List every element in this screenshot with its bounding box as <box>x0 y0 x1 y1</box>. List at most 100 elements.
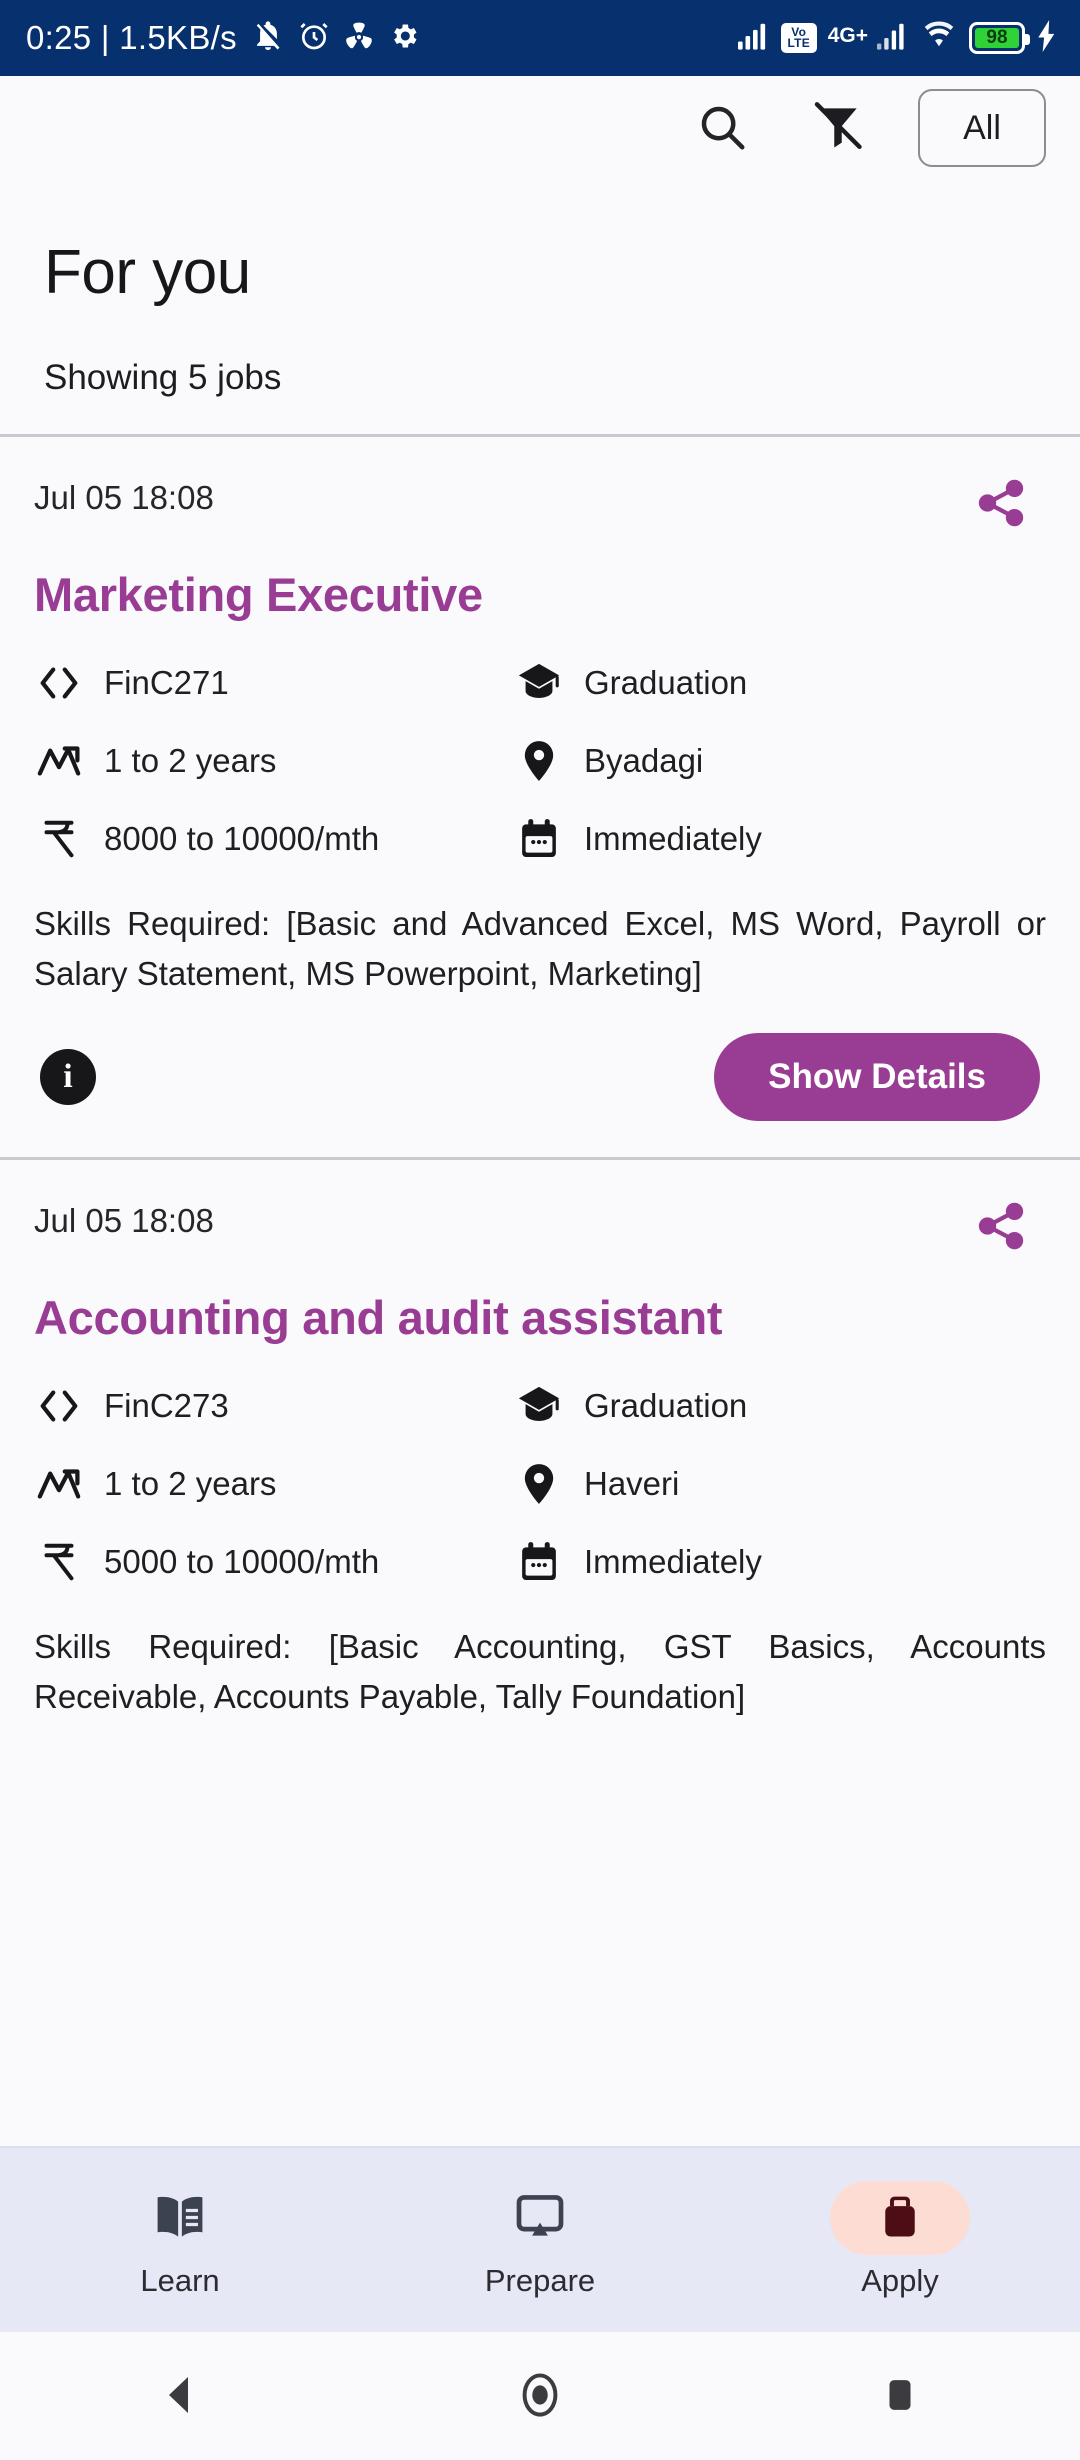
system-navigation-bar <box>0 2332 1080 2460</box>
status-left-icon-group <box>251 19 420 58</box>
filter-off-button[interactable] <box>802 92 874 164</box>
share-button[interactable] <box>966 469 1036 539</box>
phone-screen: 0:25 | 1.5KB/s Vo LTE 4G+ 98 All For you… <box>0 0 1080 2460</box>
job-card[interactable]: Jul 05 18:08 Marketing Executive FinC271 <box>0 437 1080 1157</box>
job-code-text: FinC271 <box>104 663 229 701</box>
recents-square-icon <box>879 2374 921 2419</box>
job-card[interactable]: Jul 05 18:08 Accounting and audit assist… <box>0 1160 1080 1722</box>
bottom-navigation: Learn Prepare Apply <box>0 2146 1080 2332</box>
job-location-text: Haveri <box>584 1464 680 1502</box>
page-title: For you <box>44 238 251 307</box>
alarm-icon <box>298 20 330 57</box>
status-bar-left: 0:25 | 1.5KB/s <box>26 19 420 58</box>
job-card-header: Jul 05 18:08 <box>34 1198 1046 1262</box>
signal-bars-icon <box>736 21 770 56</box>
job-joining-text: Immediately <box>584 1542 762 1580</box>
show-details-button[interactable]: Show Details <box>714 1033 1040 1121</box>
job-salary-text: 5000 to 10000/mth <box>104 1542 380 1580</box>
share-button[interactable] <box>966 1192 1036 1262</box>
job-skills-text: Skills Required: [Basic and Advanced Exc… <box>34 904 1046 992</box>
wifi-icon <box>920 20 958 56</box>
charging-bolt-icon <box>1036 19 1058 57</box>
graduation-cap-icon <box>514 658 564 708</box>
job-salary-item: 5000 to 10000/mth <box>34 1530 514 1594</box>
job-experience-item: 1 to 2 years <box>34 1452 514 1516</box>
gear-icon <box>388 20 420 57</box>
nav-label-learn: Learn <box>140 2263 220 2298</box>
job-joining-text: Immediately <box>584 819 762 857</box>
code-brackets-icon <box>34 658 84 708</box>
home-circle-icon <box>515 2370 565 2423</box>
calendar-icon <box>514 814 564 864</box>
job-card-actions: i Show Details <box>34 1033 1046 1157</box>
book-icon <box>152 2189 208 2248</box>
job-meta-grid: FinC273 Graduation 1 to 2 years Haveri 5… <box>34 1374 1046 1594</box>
job-education-text: Graduation <box>584 1386 748 1424</box>
calendar-icon <box>514 1537 564 1587</box>
rupee-icon <box>34 1537 84 1587</box>
job-list[interactable]: Jul 05 18:08 Marketing Executive FinC271 <box>0 437 1080 2146</box>
job-posted-date: Jul 05 18:08 <box>34 479 214 516</box>
share-icon <box>974 476 1028 533</box>
volte-badge-icon: Vo LTE <box>780 23 817 53</box>
all-filter-chip[interactable]: All <box>918 89 1046 167</box>
job-code-item: FinC273 <box>34 1374 514 1438</box>
nav-label-prepare: Prepare <box>484 2263 596 2298</box>
location-pin-icon <box>514 736 564 786</box>
job-location-item: Haveri <box>514 1452 1046 1516</box>
system-recents-button[interactable] <box>825 2346 975 2446</box>
rupee-icon <box>34 814 84 864</box>
nav-pill-learn <box>110 2181 250 2255</box>
job-title[interactable]: Accounting and audit assistant <box>34 1292 1046 1344</box>
graduation-cap-icon <box>514 1381 564 1431</box>
job-code-item: FinC271 <box>34 651 514 715</box>
job-experience-text: 1 to 2 years <box>104 1464 277 1502</box>
share-icon <box>974 1199 1028 1256</box>
bell-muted-icon <box>251 19 285 58</box>
nav-item-prepare[interactable]: Prepare <box>410 2181 670 2299</box>
job-joining-item: Immediately <box>514 1530 1046 1594</box>
experience-trend-icon <box>34 736 84 786</box>
nav-pill-prepare <box>470 2181 610 2255</box>
filter-off-icon <box>810 99 866 158</box>
system-home-button[interactable] <box>465 2346 615 2446</box>
signal-bars-2-icon <box>875 21 909 56</box>
nav-pill-apply <box>830 2181 970 2255</box>
app-toolbar: All <box>0 76 1080 180</box>
cast-screen-icon <box>512 2189 568 2248</box>
job-title[interactable]: Marketing Executive <box>34 569 1046 621</box>
job-salary-item: 8000 to 10000/mth <box>34 807 514 871</box>
job-location-item: Byadagi <box>514 729 1046 793</box>
search-icon <box>695 100 749 157</box>
job-salary-text: 8000 to 10000/mth <box>104 819 380 857</box>
network-type-label: 4G+ <box>827 23 868 47</box>
job-education-item: Graduation <box>514 651 1046 715</box>
briefcase-icon <box>874 2191 926 2246</box>
system-back-button[interactable] <box>105 2346 255 2446</box>
job-education-item: Graduation <box>514 1374 1046 1438</box>
job-meta-grid: FinC271 Graduation 1 to 2 years Byadagi … <box>34 651 1046 871</box>
nav-item-apply[interactable]: Apply <box>770 2181 1030 2299</box>
status-bar: 0:25 | 1.5KB/s Vo LTE 4G+ 98 <box>0 0 1080 76</box>
job-posted-date: Jul 05 18:08 <box>34 1202 214 1239</box>
job-skills-text: Skills Required: [Basic Accounting, GST … <box>34 1627 1046 1715</box>
battery-icon: 98 <box>969 22 1030 54</box>
experience-trend-icon <box>34 1459 84 1509</box>
results-count-label: Showing 5 jobs <box>44 358 282 397</box>
volte-bottom-text: LTE <box>787 36 810 50</box>
code-brackets-icon <box>34 1381 84 1431</box>
location-pin-icon <box>514 1459 564 1509</box>
job-card-header: Jul 05 18:08 <box>34 475 1046 539</box>
job-code-text: FinC273 <box>104 1386 229 1424</box>
info-button[interactable]: i <box>40 1049 96 1105</box>
nav-label-apply: Apply <box>861 2263 939 2298</box>
sync-icon <box>343 20 375 57</box>
job-experience-item: 1 to 2 years <box>34 729 514 793</box>
status-bar-right: Vo LTE 4G+ 98 <box>736 19 1058 57</box>
job-joining-item: Immediately <box>514 807 1046 871</box>
nav-item-learn[interactable]: Learn <box>50 2181 310 2299</box>
status-clock-and-speed: 0:25 | 1.5KB/s <box>26 19 237 56</box>
job-location-text: Byadagi <box>584 741 704 779</box>
search-button[interactable] <box>686 92 758 164</box>
job-education-text: Graduation <box>584 663 748 701</box>
